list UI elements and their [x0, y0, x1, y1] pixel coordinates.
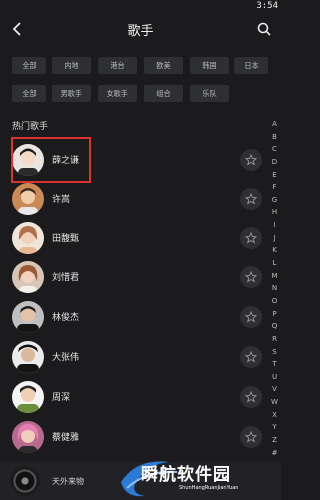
filter-label: 日本	[243, 61, 259, 70]
avatar	[12, 222, 44, 254]
filter-label: 韩国	[202, 61, 217, 70]
artist-name: 大张伟	[52, 353, 80, 363]
index-letter[interactable]: Z	[268, 434, 281, 447]
index-letter[interactable]: O	[268, 295, 281, 308]
status-time: 3:54	[256, 1, 278, 11]
star-icon	[245, 391, 257, 403]
artist-row[interactable]: 田馥甄	[0, 219, 262, 261]
favorite-button[interactable]	[240, 306, 262, 328]
header: 歌手	[0, 14, 281, 46]
filter-label: 组合	[156, 89, 171, 98]
star-icon	[245, 193, 257, 205]
index-letter[interactable]: T	[268, 358, 281, 371]
index-letter[interactable]: C	[268, 143, 281, 156]
avatar	[12, 261, 44, 293]
filter-type-group[interactable]: 组合	[144, 85, 183, 102]
page-title: 歌手	[127, 24, 154, 39]
favorite-button[interactable]	[240, 346, 262, 368]
artist-row[interactable]: 林俊杰	[0, 298, 262, 340]
artist-name: 蔡健雅	[52, 433, 80, 443]
section-title: 热门歌手	[12, 122, 49, 132]
search-icon[interactable]	[255, 19, 273, 39]
highlight-box	[11, 137, 91, 183]
artist-name: 田馥甄	[52, 234, 80, 244]
star-icon	[245, 351, 257, 363]
filter-label: 乐队	[202, 89, 217, 98]
filter-region-hktw[interactable]: 港台	[98, 57, 137, 74]
artist-row[interactable]: 周深	[0, 378, 262, 420]
filter-label: 欧美	[156, 61, 171, 70]
filter-label: 内地	[64, 61, 79, 70]
index-letter[interactable]: X	[268, 409, 281, 422]
index-letter[interactable]: K	[268, 244, 281, 257]
artist-row[interactable]: 刘惜君	[0, 258, 262, 300]
star-icon	[245, 431, 257, 443]
filter-type-all[interactable]: 全部	[12, 85, 46, 102]
filter-type-band[interactable]: 乐队	[190, 85, 229, 102]
filter-label: 女歌手	[106, 89, 129, 98]
artist-name: 刘惜君	[52, 273, 80, 283]
index-letter[interactable]: E	[268, 169, 281, 182]
index-letter[interactable]: G	[268, 194, 281, 207]
index-letter[interactable]: D	[268, 156, 281, 169]
avatar	[12, 421, 44, 453]
artist-name: 许嵩	[52, 195, 71, 205]
filter-label: 男歌手	[60, 89, 83, 98]
avatar	[12, 341, 44, 373]
star-icon	[245, 271, 257, 283]
star-icon	[245, 154, 257, 166]
favorite-button[interactable]	[240, 426, 262, 448]
index-letter[interactable]: P	[268, 308, 281, 321]
favorite-button[interactable]	[240, 188, 262, 210]
artist-row[interactable]: 许嵩	[0, 180, 262, 222]
index-letter[interactable]: H	[268, 206, 281, 219]
filter-region-korea[interactable]: 韩国	[190, 57, 229, 74]
favorite-button[interactable]	[240, 386, 262, 408]
index-letter[interactable]: I	[268, 219, 281, 232]
watermark-subtext: ShunHangRuanJianYuan	[179, 485, 239, 491]
avatar	[12, 301, 44, 333]
artist-name: 周深	[52, 393, 71, 403]
filter-region-mainland[interactable]: 内地	[52, 57, 91, 74]
filter-label: 全部	[21, 89, 37, 98]
favorite-button[interactable]	[240, 266, 262, 288]
watermark-text: 瞬航软件园	[141, 465, 231, 485]
favorite-button[interactable]	[240, 149, 262, 171]
index-letter[interactable]: B	[268, 131, 281, 144]
album-disc-icon	[10, 466, 40, 496]
index-letter[interactable]: W	[268, 396, 281, 409]
index-letter[interactable]: Q	[268, 320, 281, 333]
index-letter[interactable]: S	[268, 346, 281, 359]
artist-name: 林俊杰	[52, 313, 80, 323]
star-icon	[245, 311, 257, 323]
filter-region-all[interactable]: 全部	[12, 57, 46, 74]
index-letter[interactable]: V	[268, 383, 281, 396]
index-letter[interactable]: N	[268, 282, 281, 295]
filter-label: 港台	[110, 61, 125, 70]
filter-region-western[interactable]: 欧美	[144, 57, 183, 74]
index-letter[interactable]: Y	[268, 421, 281, 434]
watermark-logo: 瞬航软件园 ShunHangRuanJianYuan	[117, 452, 281, 500]
index-letter[interactable]: J	[268, 232, 281, 245]
filter-label: 全部	[21, 61, 37, 70]
index-letter[interactable]: L	[268, 257, 281, 270]
index-letter[interactable]: A	[268, 118, 281, 131]
filter-type-female[interactable]: 女歌手	[98, 85, 137, 102]
filter-region-japan[interactable]: 日本	[234, 57, 268, 74]
star-icon	[245, 232, 257, 244]
filter-type-male[interactable]: 男歌手	[52, 85, 91, 102]
index-letter[interactable]: R	[268, 333, 281, 346]
index-letter[interactable]: M	[268, 270, 281, 283]
index-letter[interactable]: U	[268, 371, 281, 384]
artist-row[interactable]: 大张伟	[0, 338, 262, 380]
avatar	[12, 183, 44, 215]
now-playing-title: 天外来物	[52, 477, 84, 486]
index-letter[interactable]: F	[268, 181, 281, 194]
avatar	[12, 381, 44, 413]
alphabet-index[interactable]: A B C D E F G H I J K L M N O P Q R S T U V W X Y Z #	[268, 118, 281, 459]
favorite-button[interactable]	[240, 227, 262, 249]
